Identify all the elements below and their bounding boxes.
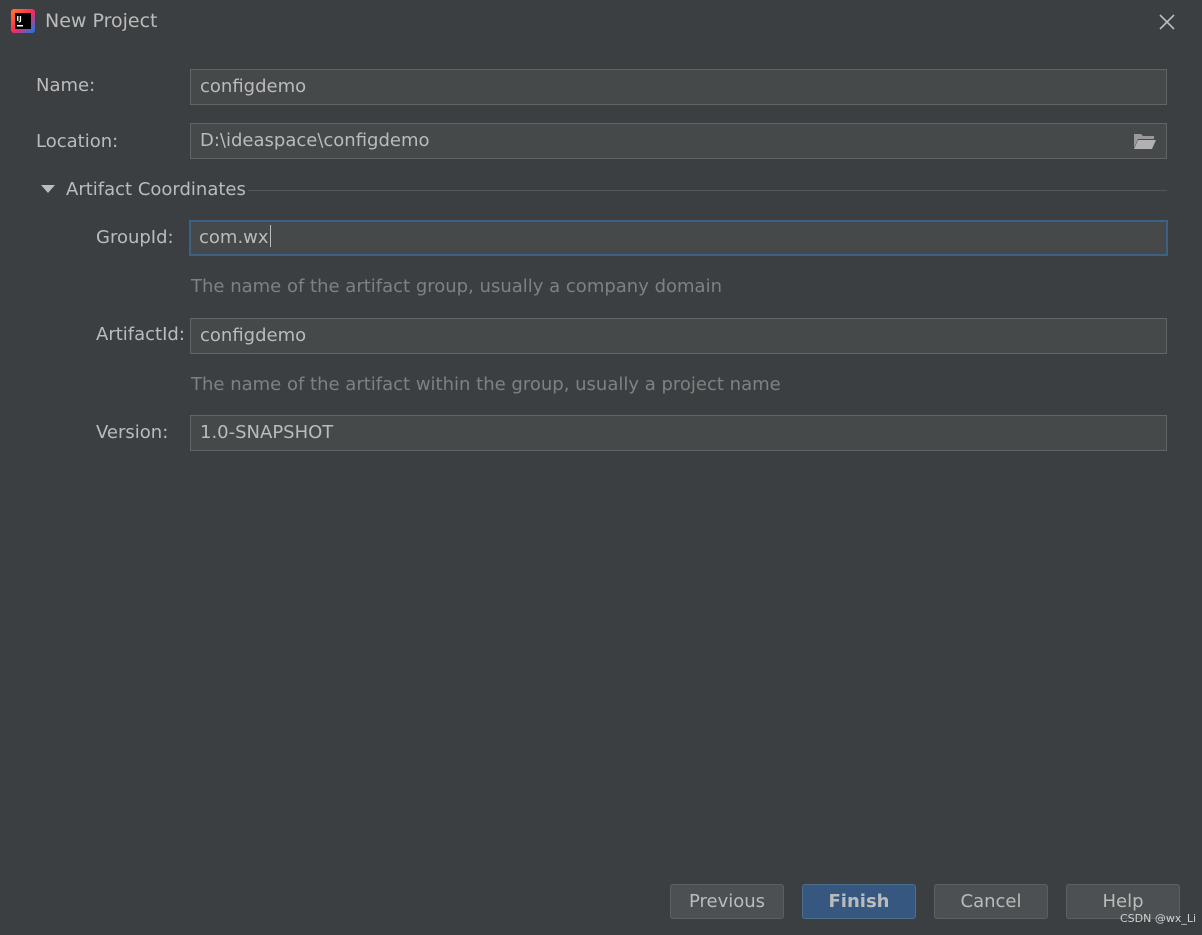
text-caret <box>269 225 271 247</box>
name-label: Name: <box>36 75 96 96</box>
section-divider <box>248 190 1167 191</box>
artifactid-hint: The name of the artifact within the grou… <box>191 374 781 395</box>
intellij-idea-icon: IJ <box>11 9 35 33</box>
groupid-hint: The name of the artifact group, usually … <box>191 276 722 297</box>
triangle-down-icon[interactable] <box>40 183 56 195</box>
artifactid-input[interactable]: configdemo <box>190 318 1167 354</box>
folder-open-icon[interactable] <box>1133 132 1157 150</box>
groupid-input[interactable]: com.wx <box>189 220 1168 256</box>
location-input[interactable]: D:\ideaspace\configdemo <box>190 123 1167 159</box>
groupid-value: com.wx <box>199 227 269 248</box>
version-label: Version: <box>96 422 169 443</box>
watermark: CSDN @wx_Li <box>1120 912 1197 925</box>
artifact-coordinates-title[interactable]: Artifact Coordinates <box>66 179 246 200</box>
finish-button[interactable]: Finish <box>802 884 916 919</box>
groupid-label: GroupId: <box>96 227 174 248</box>
artifactid-label: ArtifactId: <box>96 324 185 345</box>
svg-text:IJ: IJ <box>17 15 22 23</box>
location-value: D:\ideaspace\configdemo <box>200 130 430 151</box>
title-bar: IJ New Project <box>0 0 1202 44</box>
location-label: Location: <box>36 131 119 152</box>
cancel-button[interactable]: Cancel <box>934 884 1048 919</box>
previous-button[interactable]: Previous <box>670 884 784 919</box>
window-title: New Project <box>45 10 158 32</box>
close-icon[interactable] <box>1153 8 1181 36</box>
version-input[interactable]: 1.0-SNAPSHOT <box>190 415 1167 451</box>
name-input[interactable]: configdemo <box>190 69 1167 105</box>
